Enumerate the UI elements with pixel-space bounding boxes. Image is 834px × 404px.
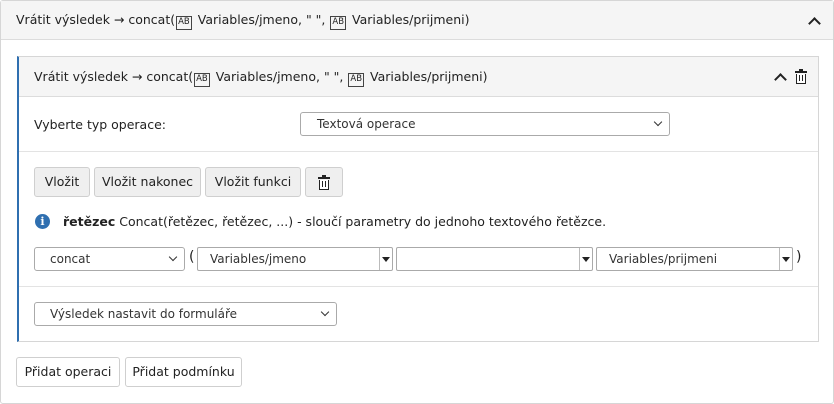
return-type: řetězec <box>63 214 116 229</box>
close-paren: ) <box>796 249 802 265</box>
text-variable-icon: AB <box>348 73 365 87</box>
title-var2: Variables/prijmeni <box>370 69 483 84</box>
title-mid: , " ", <box>298 12 330 27</box>
panel-title: Vrátit výsledek → concat(AB Variables/jm… <box>16 12 470 30</box>
operation-type-select[interactable]: Textová operace <box>300 112 670 136</box>
trash-icon[interactable] <box>795 69 807 84</box>
card-title: Vrátit výsledek → concat(AB Variables/jm… <box>34 69 488 87</box>
argument-2-combobox[interactable] <box>396 247 593 271</box>
function-value: concat <box>50 252 91 266</box>
operation-type-value: Textová operace <box>317 117 416 131</box>
chevron-up-icon[interactable] <box>774 73 787 86</box>
chevron-down-icon <box>320 307 330 317</box>
operation-card: Vrátit výsledek → concat(AB Variables/jm… <box>17 56 819 342</box>
dropdown-arrow-icon[interactable] <box>582 257 590 262</box>
function-signature: Concat(řetězec, řetězec, ...) <box>115 214 294 229</box>
title-mid: , " ", <box>316 69 348 84</box>
result-target-value: Výsledek nastavit do formuláře <box>50 307 238 321</box>
result-target-select[interactable]: Výsledek nastavit do formuláře <box>34 302 337 326</box>
operation-type-label: Vyberte typ operace: <box>34 117 166 132</box>
add-operation-button[interactable]: Přidat operaci <box>16 357 120 387</box>
dropdown-arrow-icon[interactable] <box>782 257 790 262</box>
function-help: - sloučí parametry do jednoho textového … <box>293 214 607 229</box>
card-header[interactable]: Vrátit výsledek → concat(AB Variables/jm… <box>19 57 818 97</box>
operation-panel: Vrátit výsledek → concat(AB Variables/jm… <box>0 0 834 404</box>
argument-3-value: Variables/prijmeni <box>609 252 718 266</box>
function-description: řetězec Concat(řetězec, řetězec, ...) - … <box>63 214 606 229</box>
title-var1: Variables/jmeno <box>197 12 298 27</box>
trash-icon <box>318 175 330 190</box>
title-prefix: Vrátit výsledek → concat( <box>16 12 176 27</box>
text-variable-icon: AB <box>176 16 192 30</box>
argument-1-value: Variables/jmeno <box>210 252 307 266</box>
title-var2: Variables/prijmeni <box>352 12 465 27</box>
open-paren: ( <box>189 249 195 265</box>
divider <box>19 151 818 152</box>
insert-button[interactable]: Vložit <box>34 167 90 197</box>
divider <box>19 286 818 287</box>
argument-1-combobox[interactable]: Variables/jmeno <box>197 247 393 271</box>
chevron-up-icon[interactable] <box>808 17 821 30</box>
insert-function-button[interactable]: Vložit funkci <box>205 167 301 197</box>
insert-end-button[interactable]: Vložit nakonec <box>94 167 201 197</box>
chevron-down-icon <box>653 117 663 127</box>
title-var1: Variables/jmeno <box>215 69 316 84</box>
function-select[interactable]: concat <box>34 247 185 271</box>
panel-header[interactable]: Vrátit výsledek → concat(AB Variables/jm… <box>1 1 833 40</box>
delete-button[interactable] <box>305 167 343 197</box>
title-suffix: ) <box>464 12 470 27</box>
dropdown-arrow-icon[interactable] <box>382 257 390 262</box>
title-suffix: ) <box>482 69 488 84</box>
text-variable-icon: AB <box>330 16 347 30</box>
argument-3-combobox[interactable]: Variables/prijmeni <box>596 247 793 271</box>
chevron-down-icon <box>168 252 178 262</box>
title-prefix: Vrátit výsledek → concat( <box>34 69 194 84</box>
info-icon: i <box>35 214 50 229</box>
text-variable-icon: AB <box>194 73 210 87</box>
add-condition-button[interactable]: Přidat podmínku <box>125 357 242 387</box>
